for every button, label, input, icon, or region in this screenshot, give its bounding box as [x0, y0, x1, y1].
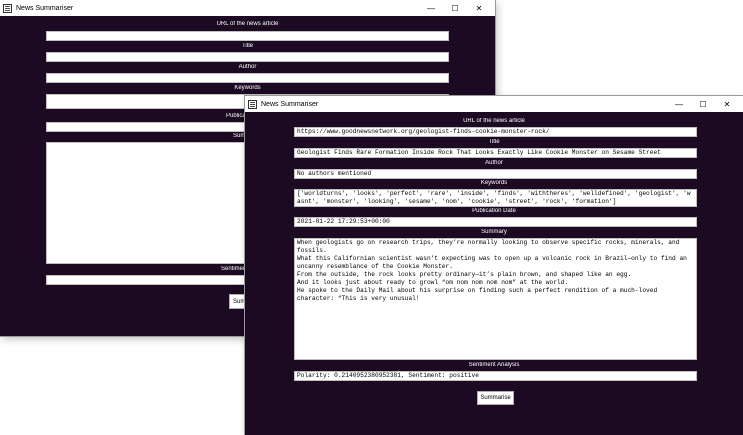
- maximize-button[interactable]: ☐: [443, 0, 467, 16]
- back-title-bar[interactable]: News Summariser — ☐ ✕: [0, 0, 495, 16]
- sentiment-input[interactable]: Polarity: 0.2140952380952381, Sentiment:…: [294, 371, 697, 381]
- minimize-button[interactable]: —: [667, 96, 691, 112]
- title-label: Title: [241, 43, 254, 49]
- keywords-label: Keywords: [234, 85, 261, 91]
- front-title-bar[interactable]: News Summariser — ☐ ✕: [245, 96, 743, 112]
- app-icon: [248, 99, 257, 109]
- minimize-button[interactable]: —: [419, 0, 443, 16]
- title-input[interactable]: Geologist Finds Rare Formation Inside Ro…: [294, 148, 697, 158]
- summary-label: Summary: [481, 229, 507, 235]
- publication-date-input[interactable]: 2021-01-22 17:29:53+00:00: [294, 217, 697, 227]
- close-button[interactable]: ✕: [467, 0, 491, 16]
- author-label: Author: [485, 160, 503, 166]
- sentiment-label: Sentiment Analysis: [468, 362, 520, 368]
- front-window: News Summariser — ☐ ✕ URL of the news ar…: [245, 96, 743, 435]
- keywords-label: Keywords: [480, 180, 508, 186]
- summarise-button[interactable]: Summarise: [477, 391, 514, 405]
- author-label: Author: [238, 64, 257, 70]
- close-button[interactable]: ✕: [715, 96, 739, 112]
- url-label: URL of the news article: [463, 118, 525, 124]
- window-title: News Summariser: [261, 100, 319, 108]
- url-input[interactable]: https://www.goodnewsnetwork.org/geologis…: [294, 127, 697, 137]
- app-icon: [3, 3, 12, 13]
- title-label: Title: [488, 139, 500, 145]
- summarise-button-label: Summarise: [480, 395, 511, 401]
- author-input[interactable]: [46, 73, 449, 83]
- keywords-input[interactable]: ['worldturns', 'looks', 'perfect', 'rare…: [294, 189, 697, 207]
- publication-date-label: Publication Date: [472, 208, 516, 214]
- author-input[interactable]: No authors mentioned: [294, 169, 697, 179]
- summary-input[interactable]: When geologists go on research trips, th…: [294, 238, 697, 360]
- url-input[interactable]: [46, 31, 449, 41]
- url-label: URL of the news article: [216, 21, 279, 27]
- maximize-button[interactable]: ☐: [691, 96, 715, 112]
- window-title: News Summariser: [16, 4, 74, 12]
- sentiment-label: Sentimen: [221, 266, 247, 272]
- title-input[interactable]: [46, 52, 449, 62]
